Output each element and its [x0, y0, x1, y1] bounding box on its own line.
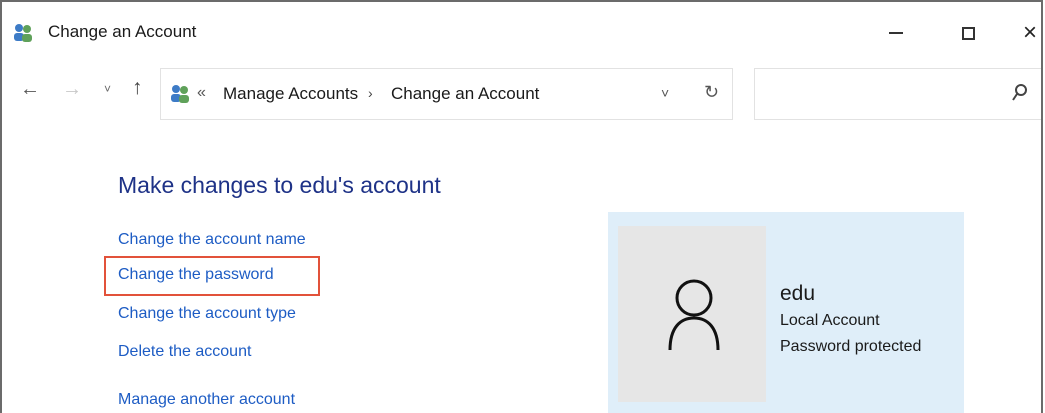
account-info-panel: edu Local Account Password protected [608, 212, 964, 413]
refresh-icon[interactable]: ↻ [704, 82, 719, 103]
forward-arrow-icon[interactable]: → [62, 78, 82, 101]
change-account-window: Change an Account × ← → ˅ ↑ « Manage Acc… [0, 0, 1043, 413]
up-arrow-icon[interactable]: ↑ [132, 76, 143, 100]
search-input[interactable] [754, 68, 1041, 120]
user-accounts-icon [171, 85, 189, 103]
change-account-type-link[interactable]: Change the account type [118, 305, 296, 323]
avatar [618, 226, 766, 402]
user-silhouette-icon [668, 279, 720, 351]
account-name: edu [780, 282, 816, 305]
delete-account-link[interactable]: Delete the account [118, 343, 251, 361]
title-bar: Change an Account × [2, 2, 1041, 60]
maximize-icon [961, 26, 975, 40]
maximize-button[interactable] [948, 16, 988, 50]
account-status: Password protected [780, 338, 922, 355]
search-icon[interactable] [1011, 83, 1029, 103]
window-title: Change an Account [48, 22, 197, 41]
highlight-box [104, 256, 320, 296]
address-dropdown-icon[interactable]: ˅ [661, 85, 669, 101]
user-accounts-icon [14, 24, 32, 42]
manage-another-account-link[interactable]: Manage another account [118, 391, 295, 409]
recent-locations-chevron-icon[interactable]: ˅ [104, 82, 111, 96]
page-heading: Make changes to edu's account [118, 172, 441, 198]
minimize-button[interactable] [876, 16, 916, 50]
breadcrumb-manage-accounts[interactable]: Manage Accounts [223, 84, 358, 104]
account-type: Local Account [780, 312, 880, 329]
back-arrow-icon[interactable]: ← [20, 78, 40, 101]
address-bar[interactable]: « Manage Accounts › Change an Account ˅ … [160, 68, 733, 120]
close-button[interactable]: × [1010, 16, 1041, 50]
change-account-name-link[interactable]: Change the account name [118, 231, 306, 249]
breadcrumb-change-an-account[interactable]: Change an Account [391, 84, 539, 104]
breadcrumb-overflow-button[interactable]: « [197, 84, 206, 102]
breadcrumb-separator-icon[interactable]: › [368, 85, 373, 101]
minimize-icon [889, 32, 903, 34]
